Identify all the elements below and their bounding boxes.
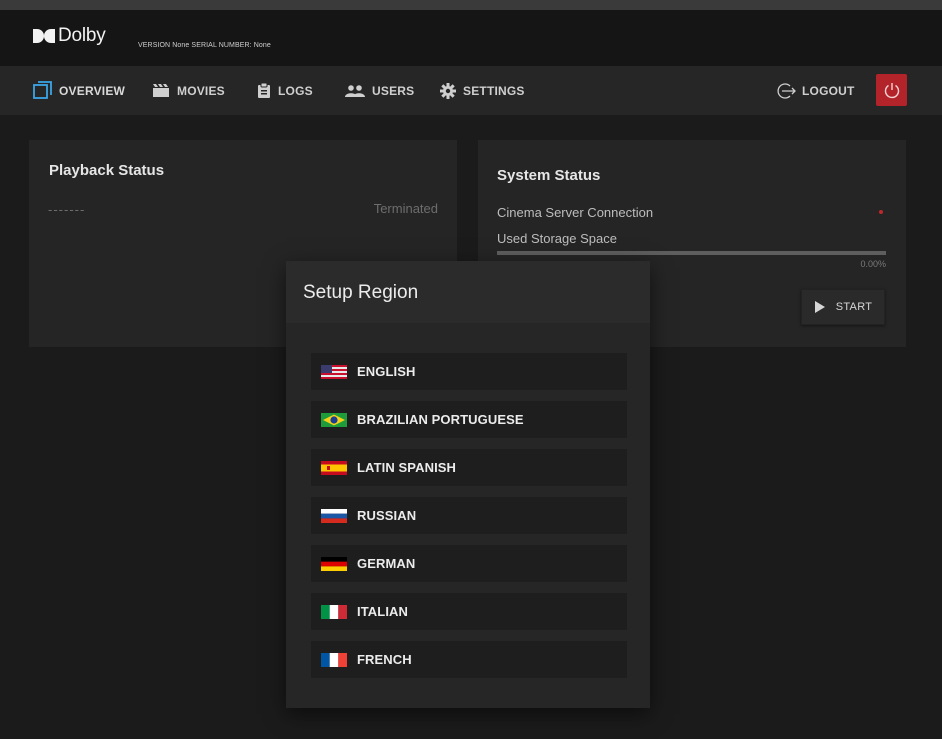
nav-label: OVERVIEW xyxy=(59,83,126,98)
dialog-header: Setup Region xyxy=(286,261,650,323)
app-header: Dolby VERSION None SERIAL NUMBER: None xyxy=(0,10,942,66)
connection-status-indicator xyxy=(879,210,883,214)
language-german-button[interactable]: GERMAN xyxy=(311,545,627,582)
playback-state-text: Terminated xyxy=(373,201,438,216)
window-top-strip xyxy=(0,0,942,10)
nav-label: LOGS xyxy=(278,83,313,98)
language-label: GERMAN xyxy=(357,556,416,571)
power-button[interactable] xyxy=(876,74,907,106)
storage-percent-text: 0.00% xyxy=(860,259,886,269)
language-latin-spanish-button[interactable]: LATIN SPANISH xyxy=(311,449,627,486)
language-french-button[interactable]: FRENCH xyxy=(311,641,627,678)
language-italian-button[interactable]: ITALIAN xyxy=(311,593,627,630)
system-status-title: System Status xyxy=(497,167,601,184)
logout-icon xyxy=(777,82,796,99)
setup-region-dialog: Setup Region ENGLISH BRAZILIAN PORTUGUES… xyxy=(286,261,650,708)
gear-icon xyxy=(440,82,456,99)
logout-label: LOGOUT xyxy=(802,83,855,98)
language-label: LATIN SPANISH xyxy=(357,460,457,475)
nav-label: MOVIES xyxy=(177,83,225,98)
clapperboard-icon xyxy=(153,84,169,97)
start-label: START xyxy=(835,301,873,313)
language-label: FRENCH xyxy=(357,652,412,667)
germany-flag-icon xyxy=(321,556,347,571)
overview-icon xyxy=(33,81,52,99)
nav-item-settings[interactable]: SETTINGS xyxy=(440,66,525,115)
power-icon xyxy=(884,83,899,99)
nav-item-movies[interactable]: MOVIES xyxy=(152,66,225,115)
playback-status-title: Playback Status xyxy=(49,162,165,179)
storage-progress-bar xyxy=(497,251,886,255)
us-flag-icon xyxy=(321,364,347,379)
brazil-flag-icon xyxy=(321,412,347,427)
users-icon xyxy=(345,85,365,97)
language-label: RUSSIAN xyxy=(357,508,417,523)
spain-flag-icon xyxy=(321,460,347,475)
language-russian-button[interactable]: RUSSIAN xyxy=(311,497,627,534)
russia-flag-icon xyxy=(321,508,347,523)
language-label: ITALIAN xyxy=(357,604,409,619)
play-icon xyxy=(814,301,825,313)
brand-name: Dolby xyxy=(58,25,106,46)
nav-item-logs[interactable]: LOGS xyxy=(257,66,313,115)
france-flag-icon xyxy=(321,652,347,667)
language-label: ENGLISH xyxy=(357,364,416,379)
language-english-button[interactable]: ENGLISH xyxy=(311,353,627,390)
dolby-double-d-icon xyxy=(33,29,55,43)
logout-button[interactable]: LOGOUT xyxy=(776,66,855,115)
nav-item-users[interactable]: USERS xyxy=(345,66,414,115)
used-storage-label: Used Storage Space xyxy=(497,231,617,246)
main-nav: OVERVIEW MOVIES LOGS USERS SETTINGS LOGO… xyxy=(0,66,942,115)
playback-title-placeholder: ------- xyxy=(48,202,86,217)
nav-item-overview[interactable]: OVERVIEW xyxy=(33,66,125,115)
language-label: BRAZILIAN PORTUGUESE xyxy=(357,412,524,427)
start-button[interactable]: START xyxy=(801,289,885,325)
nav-label: SETTINGS xyxy=(463,83,525,98)
nav-label: USERS xyxy=(372,83,415,98)
dolby-logo: Dolby xyxy=(33,25,106,47)
dialog-title: Setup Region xyxy=(303,282,419,303)
cinema-server-connection-label: Cinema Server Connection xyxy=(497,205,654,220)
version-serial-text: VERSION None SERIAL NUMBER: None xyxy=(138,42,271,49)
italy-flag-icon xyxy=(321,604,347,619)
clipboard-icon xyxy=(258,82,270,98)
language-brazilian-portuguese-button[interactable]: BRAZILIAN PORTUGUESE xyxy=(311,401,627,438)
